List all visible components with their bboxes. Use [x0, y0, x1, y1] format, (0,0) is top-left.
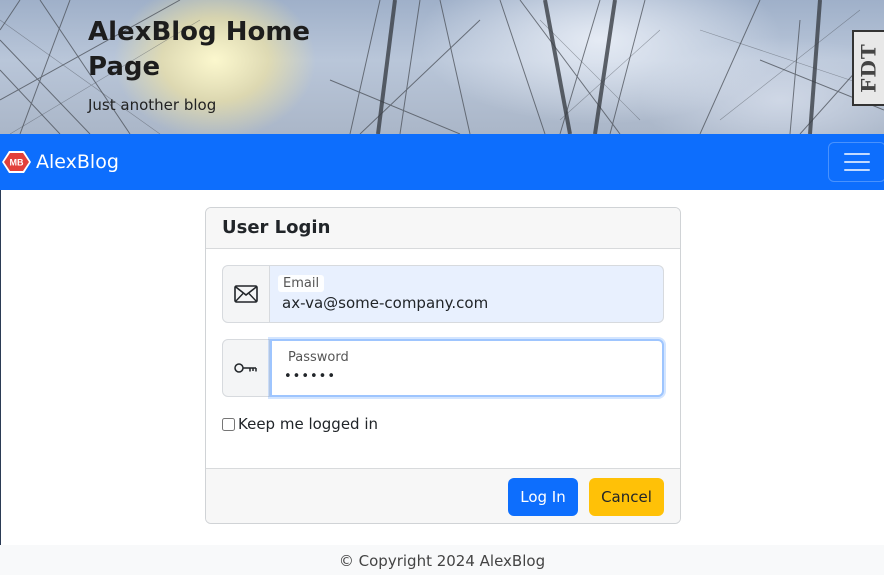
fdt-badge: FDT — [852, 30, 884, 106]
brand-link[interactable]: AlexBlog — [36, 150, 119, 174]
remember-me-row: Keep me logged in — [222, 415, 378, 433]
email-label: Email — [278, 275, 325, 292]
site-title: AlexBlog Home Page — [88, 17, 311, 82]
hamburger-menu-icon — [844, 153, 870, 171]
hero-banner: AlexBlog Home Page Just another blog FDT — [0, 0, 884, 134]
email-input-group: Email ax-va@some-company.com — [222, 265, 664, 323]
copyright-text: © Copyright 2024 AlexBlog — [338, 552, 546, 570]
email-value[interactable]: ax-va@some-company.com — [282, 293, 488, 313]
navbar: MB AlexBlog — [0, 134, 884, 190]
page-footer: © Copyright 2024 AlexBlog — [0, 545, 884, 575]
brand-logo-icon[interactable]: MB — [1, 150, 32, 174]
navbar-toggler-button[interactable] — [828, 142, 884, 182]
key-icon — [222, 339, 270, 397]
login-card-footer: Log In Cancel — [206, 468, 680, 523]
left-edge-divider — [0, 190, 1, 545]
remember-me-checkbox[interactable] — [222, 417, 235, 431]
password-label: Password — [288, 350, 349, 365]
password-value[interactable]: •••••• — [284, 367, 336, 387]
login-card-title: User Login — [206, 208, 680, 249]
remember-me-label[interactable]: Keep me logged in — [238, 415, 378, 433]
password-field[interactable]: Password •••••• — [270, 339, 664, 397]
site-tagline: Just another blog — [88, 96, 217, 114]
password-input-group: Password •••••• — [222, 339, 664, 397]
email-field[interactable]: Email ax-va@some-company.com — [270, 265, 664, 323]
fdt-badge-text: FDT — [857, 43, 881, 93]
login-button[interactable]: Log In — [508, 478, 578, 516]
brand-logo-text: MB — [10, 158, 24, 168]
login-card: User Login Email ax-va@some-company.com — [205, 207, 681, 524]
cancel-button[interactable]: Cancel — [589, 478, 664, 516]
envelope-icon — [222, 265, 270, 323]
